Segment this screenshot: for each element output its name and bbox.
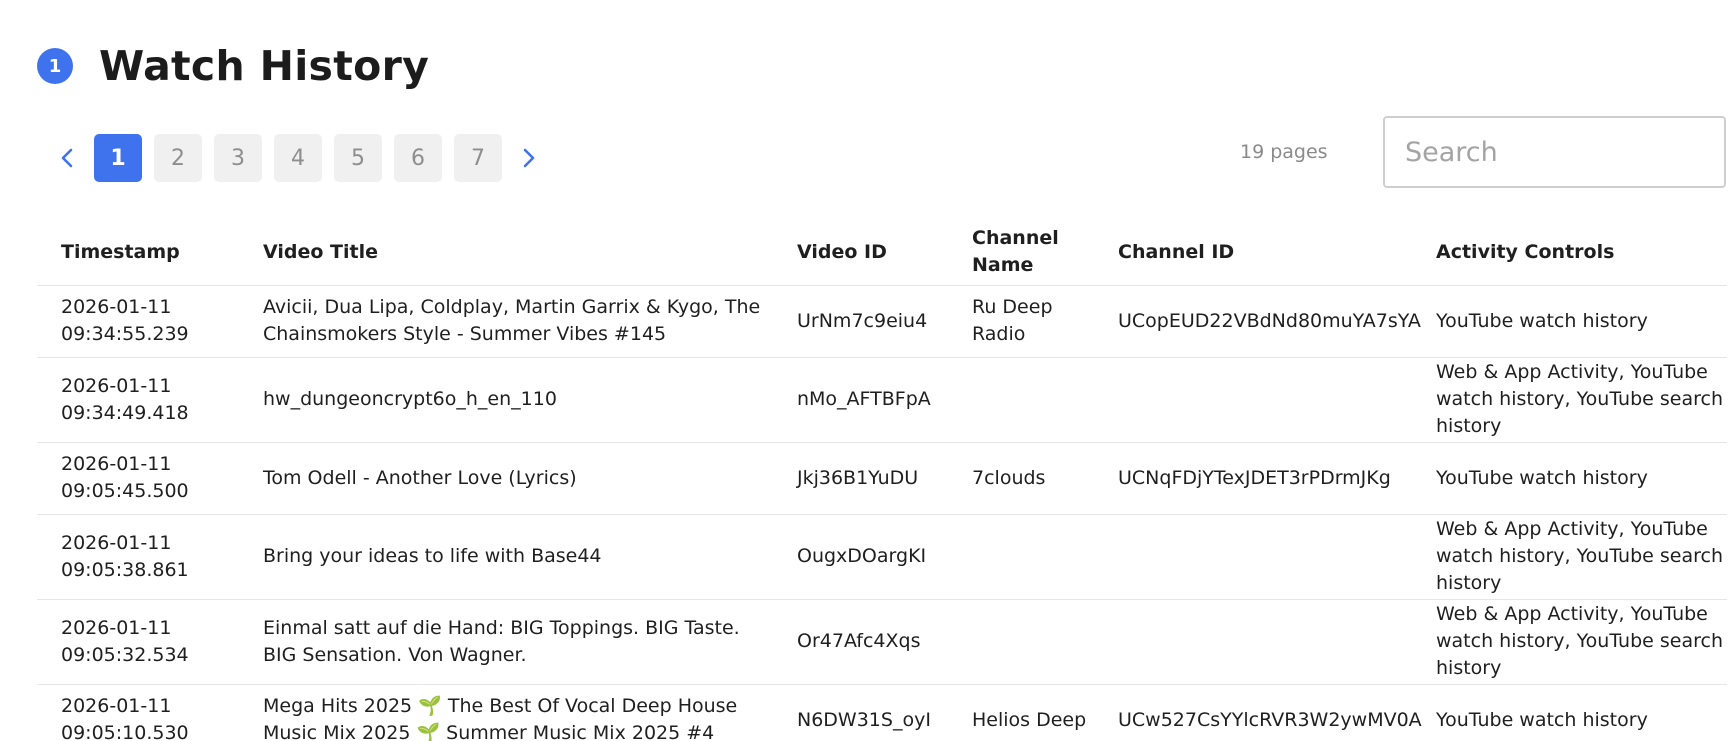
column-header-timestamp[interactable]: Timestamp — [37, 220, 239, 286]
column-header-video-title[interactable]: Video Title — [239, 220, 773, 286]
table-header-row: Timestamp Video Title Video ID Channel N… — [37, 220, 1727, 286]
cell-channel-id — [1094, 357, 1412, 443]
cell-video-title: Avicii, Dua Lipa, Coldplay, Martin Garri… — [239, 285, 773, 358]
table-row: 2026-01-11 09:05:32.534 Einmal satt auf … — [37, 599, 1727, 685]
cell-video-id: Or47Afc4Xqs — [773, 599, 948, 685]
cell-channel-id: UCNqFDjYTexJDET3rPDrmJKg — [1094, 442, 1412, 515]
column-header-channel-name[interactable]: Channel Name — [948, 220, 1094, 286]
cell-video-title: Bring your ideas to life with Base44 — [239, 514, 773, 600]
page-button-4[interactable]: 4 — [274, 134, 322, 182]
cell-activity-controls: Web & App Activity, YouTube watch histor… — [1412, 599, 1727, 685]
search-input[interactable] — [1383, 116, 1726, 188]
cell-video-title: Tom Odell - Another Love (Lyrics) — [239, 442, 773, 515]
cell-channel-name: Helios Deep — [948, 684, 1094, 741]
cell-video-title: Mega Hits 2025 🌱 The Best Of Vocal Deep … — [239, 684, 773, 741]
page-header: 1 Watch History — [37, 42, 429, 90]
cell-channel-name: 7clouds — [948, 442, 1094, 515]
table-row: 2026-01-11 09:05:10.530 Mega Hits 2025 🌱… — [37, 684, 1727, 741]
column-header-video-id[interactable]: Video ID — [773, 220, 948, 286]
pages-count: 19 pages — [1240, 141, 1328, 163]
cell-video-id: Jkj36B1YuDU — [773, 442, 948, 515]
page-button-3[interactable]: 3 — [214, 134, 262, 182]
page-button-5[interactable]: 5 — [334, 134, 382, 182]
cell-channel-id — [1094, 514, 1412, 600]
table-row: 2026-01-11 09:34:49.418 hw_dungeoncrypt6… — [37, 357, 1727, 443]
cell-channel-name — [948, 599, 1094, 685]
page-button-2[interactable]: 2 — [154, 134, 202, 182]
step-badge: 1 — [37, 48, 73, 84]
pagination: 1 2 3 4 5 6 7 — [52, 134, 544, 182]
cell-channel-id: UCopEUD22VBdNd80muYA7sYA — [1094, 285, 1421, 358]
cell-timestamp: 2026-01-11 09:05:32.534 — [37, 599, 239, 685]
cell-timestamp: 2026-01-11 09:05:45.500 — [37, 442, 239, 515]
cell-timestamp: 2026-01-11 09:34:49.418 — [37, 357, 239, 443]
cell-channel-name: Ru Deep Radio — [948, 285, 1094, 358]
page-button-1[interactable]: 1 — [94, 134, 142, 182]
cell-channel-name — [948, 514, 1094, 600]
cell-channel-id — [1094, 599, 1412, 685]
cell-activity-controls: Web & App Activity, YouTube watch histor… — [1412, 357, 1727, 443]
page-title: Watch History — [99, 42, 430, 90]
cell-video-title: Einmal satt auf die Hand: BIG Toppings. … — [239, 599, 773, 685]
cell-activity-controls: YouTube watch history — [1412, 684, 1727, 741]
cell-video-title: hw_dungeoncrypt6o_h_en_110 — [239, 357, 773, 443]
cell-timestamp: 2026-01-11 09:34:55.239 — [37, 285, 239, 358]
chevron-right-icon — [523, 148, 535, 168]
table-row: 2026-01-11 09:34:55.239 Avicii, Dua Lipa… — [37, 285, 1727, 358]
column-header-activity-controls[interactable]: Activity Controls — [1412, 220, 1727, 286]
cell-channel-id: UCw527CsYYlcRVR3W2ywMV0A — [1094, 684, 1422, 741]
watch-history-table: Timestamp Video Title Video ID Channel N… — [37, 220, 1727, 741]
cell-video-id: OugxDOargKI — [773, 514, 948, 600]
next-page-button[interactable] — [514, 134, 544, 182]
cell-video-id: N6DW31S_oyI — [773, 684, 948, 741]
cell-activity-controls: YouTube watch history — [1412, 442, 1727, 515]
column-header-channel-id[interactable]: Channel ID — [1094, 220, 1412, 286]
previous-page-button[interactable] — [52, 134, 82, 182]
cell-timestamp: 2026-01-11 09:05:10.530 — [37, 684, 239, 741]
cell-activity-controls: YouTube watch history — [1412, 285, 1727, 358]
page-button-7[interactable]: 7 — [454, 134, 502, 182]
cell-channel-name — [948, 357, 1094, 443]
cell-video-id: nMo_AFTBFpA — [773, 357, 948, 443]
page-button-6[interactable]: 6 — [394, 134, 442, 182]
cell-activity-controls: Web & App Activity, YouTube watch histor… — [1412, 514, 1727, 600]
cell-video-id: UrNm7c9eiu4 — [773, 285, 948, 358]
chevron-left-icon — [61, 148, 73, 168]
table-row: 2026-01-11 09:05:38.861 Bring your ideas… — [37, 514, 1727, 600]
table-row: 2026-01-11 09:05:45.500 Tom Odell - Anot… — [37, 442, 1727, 515]
cell-timestamp: 2026-01-11 09:05:38.861 — [37, 514, 239, 600]
